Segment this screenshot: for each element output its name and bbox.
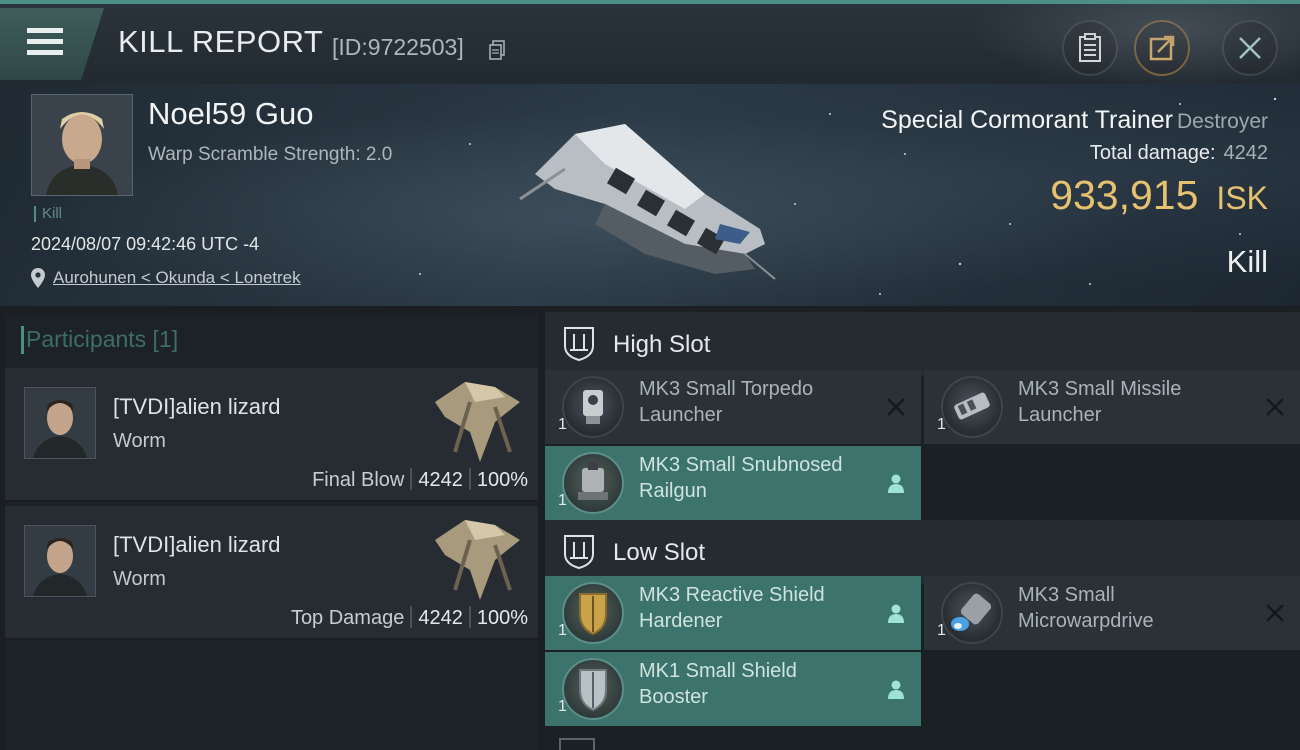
participant-ship: Worm: [113, 568, 166, 590]
clipboard-icon: [1079, 33, 1101, 62]
share-button[interactable]: [1134, 20, 1190, 76]
participant-ship-icon: [435, 520, 520, 600]
participants-header: Participants [1]: [20, 326, 179, 354]
module-name: MK3 Small Missile Launcher: [1018, 378, 1182, 426]
participant-damage: 4242: [418, 607, 463, 629]
participant-percent: 100%: [476, 469, 528, 491]
close-icon: [1239, 37, 1261, 59]
shield-booster-icon: [562, 658, 624, 720]
close-button[interactable]: [1222, 20, 1278, 76]
participant-percent: 100%: [476, 607, 528, 629]
copy-icon[interactable]: [489, 40, 505, 60]
page-title: KILL REPORT: [118, 24, 324, 59]
high-slot-icon: [564, 327, 594, 362]
module-quantity: 1: [558, 416, 567, 433]
fitting-panel: High Slot 1 MK3 Small Torpedo Launcher 1…: [545, 308, 1300, 750]
participant-row[interactable]: [TVDI]alien lizard Worm Top Damage 4242 10…: [5, 506, 538, 640]
module-quantity: 1: [558, 622, 567, 639]
warp-scramble-strength: Warp Scramble Strength: 2.0: [148, 144, 393, 165]
module-name: MK3 Small Torpedo Launcher: [639, 378, 814, 426]
isk-value: 933,915 ISK: [1050, 172, 1268, 219]
low-slot-label: Low Slot: [613, 539, 706, 566]
next-slot-icon: [559, 738, 595, 750]
share-icon: [1149, 35, 1175, 61]
pilot-avatar-icon: [32, 95, 132, 195]
menu-button[interactable]: [0, 8, 104, 80]
participant-ship: Worm: [113, 430, 166, 452]
module-item[interactable]: 1 MK3 Small Snubnosed Railgun: [545, 446, 921, 520]
torpedo-launcher-icon: [562, 376, 624, 438]
participant-ship-icon: [435, 382, 520, 462]
kill-timestamp: 2024/08/07 09:42:46 UTC -4: [31, 234, 260, 254]
ship-type[interactable]: Special Cormorant Trainer Destroyer: [881, 106, 1268, 135]
low-slot-icon: [564, 535, 594, 570]
module-quantity: 1: [558, 698, 567, 715]
participant-stats: Top Damage 4242 100%: [291, 606, 528, 630]
microwarpdrive-icon: [941, 582, 1003, 644]
ship-name: Special Cormorant Trainer: [881, 106, 1173, 134]
participant-name[interactable]: [TVDI]alien lizard: [113, 532, 281, 558]
railgun-icon: [562, 452, 624, 514]
module-item[interactable]: 1 MK3 Small Microwarpdrive: [924, 576, 1300, 650]
module-quantity: 1: [937, 622, 946, 639]
shield-hardener-icon: [562, 582, 624, 644]
kill-tag: Kill: [34, 206, 62, 222]
total-damage: Total damage: 4242: [1090, 142, 1268, 165]
module-name: MK3 Small Microwarpdrive: [1018, 584, 1154, 632]
total-damage-label: Total damage:: [1089, 142, 1216, 164]
clipboard-button[interactable]: [1062, 20, 1118, 76]
high-slot-header: High Slot: [545, 312, 1300, 376]
dropped-person-icon: [888, 604, 904, 623]
high-slot-label: High Slot: [613, 331, 711, 358]
kill-summary-panel: Noel59 Guo Warp Scramble Strength: 2.0 K…: [0, 84, 1300, 306]
low-slot-header: Low Slot: [545, 520, 1300, 584]
module-item[interactable]: 1 MK3 Small Missile Launcher: [924, 370, 1300, 444]
module-item[interactable]: 1 MK3 Reactive Shield Hardener: [545, 576, 921, 650]
participant-row[interactable]: [TVDI]alien lizard Worm Final Blow 4242 10…: [5, 368, 538, 502]
module-item[interactable]: 1 MK3 Small Torpedo Launcher: [545, 370, 921, 444]
participant-avatar: [24, 525, 96, 597]
ship-render: [519, 124, 776, 280]
hamburger-icon: [27, 28, 63, 61]
participant-damage: 4242: [418, 469, 463, 491]
participant-role: Top Damage: [290, 607, 405, 629]
participant-stats: Final Blow 4242 100%: [312, 468, 528, 492]
dropped-person-icon: [888, 474, 904, 493]
module-item[interactable]: 1 MK1 Small Shield Booster: [545, 652, 921, 726]
kill-result: Kill: [1226, 244, 1268, 279]
destroyed-icon: [1266, 398, 1284, 416]
location-link[interactable]: Aurohunen < Okunda < Lonetrek: [53, 268, 301, 288]
missile-launcher-icon: [941, 376, 1003, 438]
victim-portrait[interactable]: [31, 94, 133, 196]
total-damage-value: 4242: [1223, 142, 1269, 164]
title-bar: KILL REPORT [ID:9722503]: [0, 0, 1300, 88]
pilot-avatar-icon: [25, 388, 95, 458]
participants-panel: Participants [1] [TVDI]alien lizard Worm…: [5, 314, 538, 750]
participant-avatar: [24, 387, 96, 459]
destroyed-icon: [1266, 604, 1284, 622]
destroyed-icon: [887, 398, 905, 416]
module-quantity: 1: [558, 492, 567, 509]
module-quantity: 1: [937, 416, 946, 433]
module-name: MK3 Reactive Shield Hardener: [639, 584, 825, 632]
isk-amount: 933,915: [1050, 172, 1199, 218]
victim-name[interactable]: Noel59 Guo: [148, 96, 313, 132]
dropped-person-icon: [888, 680, 904, 699]
kill-id: [ID:9722503]: [332, 34, 464, 60]
module-name: MK1 Small Shield Booster: [639, 660, 797, 708]
isk-unit: ISK: [1216, 180, 1268, 216]
participant-name[interactable]: [TVDI]alien lizard: [113, 394, 281, 420]
participant-role: Final Blow: [312, 469, 405, 491]
pilot-avatar-icon: [25, 526, 95, 596]
location-pin-icon: [31, 268, 45, 288]
ship-class: Destroyer: [1176, 110, 1268, 133]
module-name: MK3 Small Snubnosed Railgun: [639, 454, 843, 502]
